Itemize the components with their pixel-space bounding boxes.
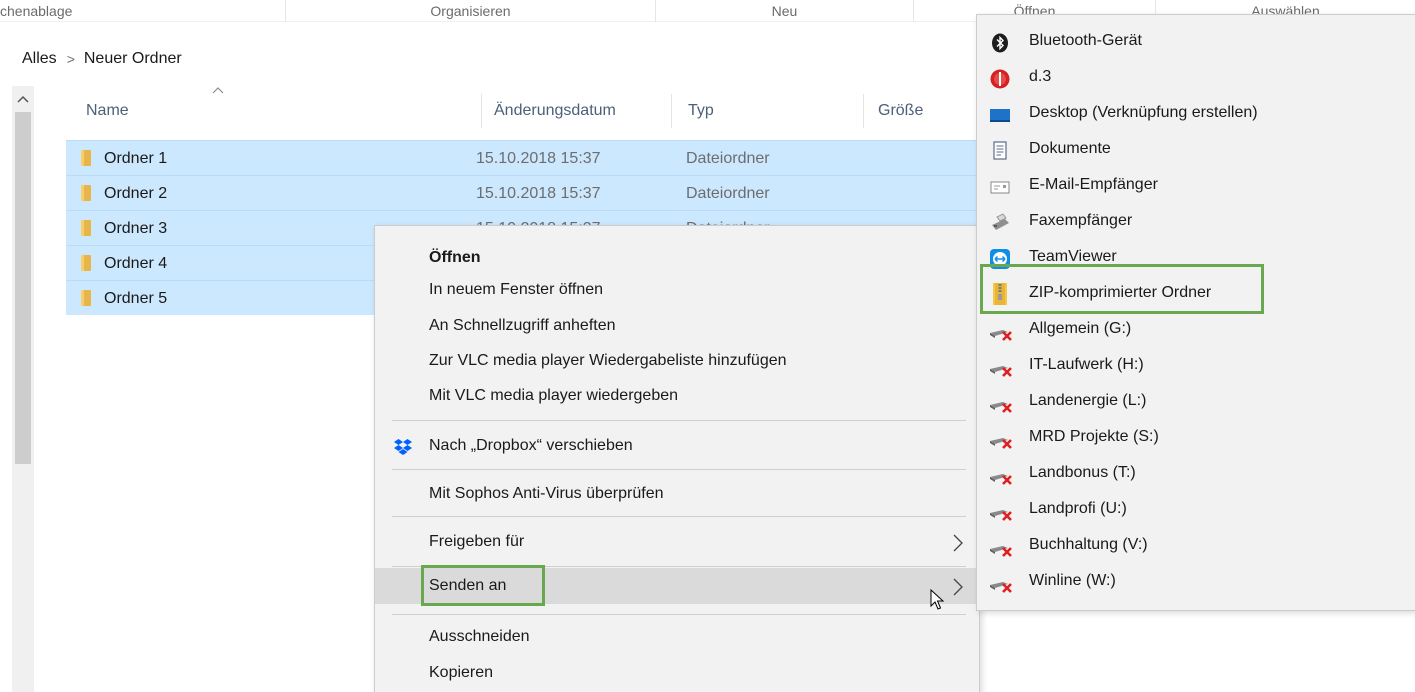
file-row[interactable]: Ordner 1 15.10.2018 15:37 Dateiordner <box>66 140 976 175</box>
menu-item-copy[interactable]: Kopieren <box>375 655 979 691</box>
disconnected-drive-icon <box>989 463 1012 485</box>
sendto-item-drive[interactable]: Allgemein (G:) <box>977 311 1415 347</box>
file-name: Ordner 1 <box>104 150 168 167</box>
sendto-item-desktop[interactable]: Desktop (Verknüpfung erstellen) <box>977 95 1415 131</box>
documents-icon <box>989 139 1011 160</box>
sendto-item-label: Faxempfänger <box>1029 212 1133 229</box>
breadcrumb: Alles > Neuer Ordner <box>0 44 182 74</box>
ribbon-group-organize[interactable]: Organisieren <box>286 0 656 22</box>
sendto-item-label: MRD Projekte (S:) <box>1029 428 1159 445</box>
sendto-item-drive[interactable]: MRD Projekte (S:) <box>977 419 1415 455</box>
file-row[interactable]: Ordner 2 15.10.2018 15:37 Dateiordner <box>66 175 976 210</box>
mail-icon <box>989 175 1011 195</box>
sendto-item-label: Bluetooth-Gerät <box>1029 32 1142 49</box>
disconnected-drive-icon <box>989 355 1012 377</box>
send-to-submenu: Bluetooth-Gerät d.3 Desktop (Verknüpfung… <box>976 14 1415 611</box>
sendto-item-label: IT-Laufwerk (H:) <box>1029 356 1144 373</box>
menu-item-share-with[interactable]: Freigeben für <box>375 524 979 560</box>
menu-item-cut[interactable]: Ausschneiden <box>375 619 979 655</box>
menu-item-dropbox-move[interactable]: Nach „Dropbox“ verschieben <box>375 428 979 464</box>
sendto-item-drive[interactable]: Landenergie (L:) <box>977 383 1415 419</box>
breadcrumb-root[interactable]: Alles <box>22 50 57 68</box>
d3-icon <box>989 67 1011 89</box>
ribbon-group-new[interactable]: Neu <box>656 0 914 22</box>
folder-icon <box>81 185 91 201</box>
menu-item-sophos-scan[interactable]: Mit Sophos Anti-Virus überprüfen <box>375 476 979 512</box>
menu-item-label: Freigeben für <box>429 533 525 550</box>
sendto-item-label: Landbonus (T:) <box>1029 464 1136 481</box>
sendto-item-documents[interactable]: Dokumente <box>977 131 1415 167</box>
vertical-scrollbar[interactable] <box>12 86 34 692</box>
scrollbar-thumb[interactable] <box>15 112 31 464</box>
disconnected-drive-icon <box>989 391 1012 413</box>
menu-item-vlc-add-playlist[interactable]: Zur VLC media player Wiedergabeliste hin… <box>375 343 979 379</box>
disconnected-drive-icon <box>989 319 1012 341</box>
file-date: 15.10.2018 15:37 <box>476 185 601 202</box>
menu-item-label: Nach „Dropbox“ verschieben <box>429 437 633 454</box>
send-to-highlight-box <box>421 565 545 606</box>
sendto-item-drive[interactable]: Winline (W:) <box>977 563 1415 599</box>
folder-icon <box>81 220 91 236</box>
desktop-icon <box>989 103 1011 123</box>
sendto-item-label: Desktop (Verknüpfung erstellen) <box>1029 104 1258 121</box>
file-name: Ordner 4 <box>104 255 168 272</box>
sendto-item-label: Dokumente <box>1029 140 1111 157</box>
scroll-up-icon[interactable] <box>12 86 34 110</box>
menu-item-open-new-window[interactable]: In neuem Fenster öffnen <box>375 272 979 308</box>
menu-item-open[interactable]: Öffnen <box>375 240 979 276</box>
file-name: Ordner 3 <box>104 220 168 237</box>
sendto-item-drive[interactable]: Landbonus (T:) <box>977 455 1415 491</box>
file-date: 15.10.2018 15:37 <box>476 150 601 167</box>
menu-separator <box>392 420 966 421</box>
sendto-item-bluetooth[interactable]: Bluetooth-Gerät <box>977 23 1415 59</box>
disconnected-drive-icon <box>989 427 1012 449</box>
ribbon-group-clipboard[interactable]: chenablage <box>0 0 286 22</box>
folder-icon <box>81 255 91 271</box>
sendto-item-drive[interactable]: IT-Laufwerk (H:) <box>977 347 1415 383</box>
chevron-right-icon <box>953 524 963 560</box>
fax-icon <box>989 211 1011 231</box>
file-type: Dateiordner <box>686 150 770 167</box>
menu-item-vlc-play[interactable]: Mit VLC media player wiedergeben <box>375 378 979 414</box>
chevron-right-icon <box>953 568 963 604</box>
sendto-item-label: E-Mail-Empfänger <box>1029 176 1158 193</box>
breadcrumb-separator-icon[interactable]: > <box>67 51 75 67</box>
menu-separator <box>392 614 966 615</box>
menu-item-pin-quick-access[interactable]: An Schnellzugriff anheften <box>375 308 979 344</box>
bluetooth-icon <box>989 31 1011 53</box>
sendto-item-fax[interactable]: Faxempfänger <box>977 203 1415 239</box>
menu-separator <box>392 469 966 470</box>
dropbox-icon <box>393 428 413 464</box>
file-name: Ordner 5 <box>104 290 168 307</box>
sendto-item-label: Winline (W:) <box>1029 572 1116 589</box>
zip-highlight-box <box>980 264 1264 314</box>
folder-icon <box>81 150 91 166</box>
column-header-name[interactable]: Name <box>78 94 482 128</box>
breadcrumb-current[interactable]: Neuer Ordner <box>84 50 182 68</box>
disconnected-drive-icon <box>989 535 1012 557</box>
disconnected-drive-icon <box>989 571 1012 593</box>
column-header-date[interactable]: Änderungsdatum <box>486 94 672 128</box>
sendto-item-drive[interactable]: Buchhaltung (V:) <box>977 527 1415 563</box>
disconnected-drive-icon <box>989 499 1012 521</box>
context-menu: Öffnen In neuem Fenster öffnen An Schnel… <box>374 225 980 692</box>
sendto-item-drive[interactable]: Landprofi (U:) <box>977 491 1415 527</box>
menu-separator <box>392 516 966 517</box>
folder-icon <box>81 290 91 306</box>
sendto-item-label: TeamViewer <box>1029 248 1117 265</box>
sendto-item-d3[interactable]: d.3 <box>977 59 1415 95</box>
sendto-item-label: Landprofi (U:) <box>1029 500 1127 517</box>
sendto-item-label: Landenergie (L:) <box>1029 392 1147 409</box>
file-name: Ordner 2 <box>104 185 168 202</box>
sendto-item-label: Allgemein (G:) <box>1029 320 1132 337</box>
sendto-item-mail[interactable]: E-Mail-Empfänger <box>977 167 1415 203</box>
sendto-item-label: Buchhaltung (V:) <box>1029 536 1148 553</box>
sendto-item-label: d.3 <box>1029 68 1052 85</box>
column-header-type[interactable]: Typ <box>680 94 864 128</box>
file-type: Dateiordner <box>686 185 770 202</box>
column-header-size[interactable]: Größe <box>870 94 976 128</box>
mouse-cursor-icon <box>930 588 945 616</box>
